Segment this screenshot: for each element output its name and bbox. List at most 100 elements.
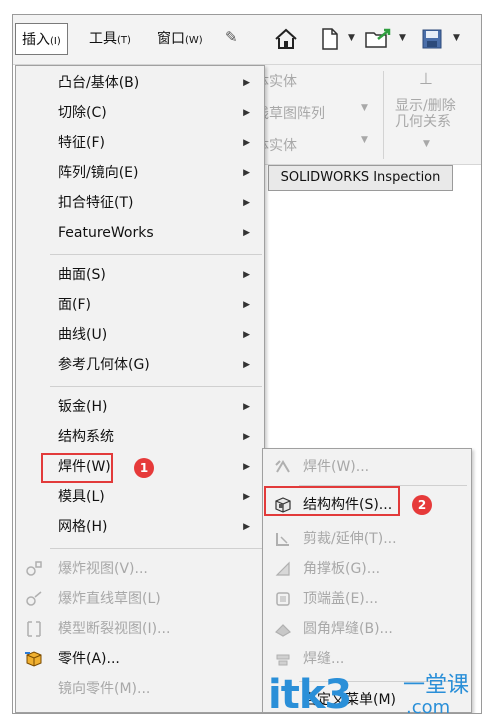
submenu-arrow-icon: ▶: [243, 300, 250, 310]
menu-item-mold[interactable]: 模具(L) ▶: [16, 482, 264, 512]
save-dropdown-icon[interactable]: ▼: [453, 33, 460, 43]
menu-item-reference-geometry[interactable]: 参考几何体(G) ▶: [16, 350, 264, 380]
submenu-item-weld-bead[interactable]: 焊缝...: [263, 644, 471, 674]
command-ribbon: 体实体 线草图阵列 体实体 ▼ ▼ ⊥ 显示/删除 几何关系 ▼: [233, 65, 481, 165]
menu-separator: [50, 386, 262, 387]
menu-insert-key: (I): [50, 36, 61, 47]
submenu-arrow-icon: ▶: [243, 270, 250, 280]
pin-icon[interactable]: ✎: [225, 28, 238, 46]
step-badge-1: 1: [134, 458, 154, 478]
menu-item-model-break-view[interactable]: 模型断裂视图(I)...: [16, 614, 264, 644]
menu-item-features[interactable]: 特征(F) ▶: [16, 128, 264, 158]
menu-item-label: 面(F): [58, 297, 91, 313]
menu-bar: 插入(I) 工具(T) 窗口(W) ✎ ▼ ▼ ▼: [13, 15, 481, 65]
fillet-bead-icon: [275, 624, 291, 637]
tab-solidworks-inspection[interactable]: SOLIDWORKS Inspection: [268, 165, 453, 191]
menu-insert[interactable]: 插入(I): [15, 23, 68, 55]
end-cap-icon: [276, 592, 290, 606]
submenu-arrow-icon: ▶: [243, 168, 250, 178]
menu-item-cut[interactable]: 切除(C) ▶: [16, 98, 264, 128]
ribbon-separator: [383, 71, 384, 159]
submenu-item-end-cap[interactable]: 顶端盖(E)...: [263, 584, 471, 614]
ribbon-text-2: 线草图阵列: [255, 106, 325, 122]
submenu-item-label: 焊缝...: [303, 651, 345, 667]
menu-item-label: 钣金(H): [58, 399, 108, 415]
submenu-arrow-icon: ▶: [243, 360, 250, 370]
step-badge-2: 2: [412, 495, 432, 515]
menu-item-exploded-view[interactable]: 爆炸视图(V)...: [16, 554, 264, 584]
submenu-arrow-icon: ▶: [243, 108, 250, 118]
menu-separator: [50, 254, 262, 255]
home-icon[interactable]: [271, 24, 301, 54]
submenu-arrow-icon: ▶: [243, 138, 250, 148]
submenu-item-label: 圆角焊缝(B)...: [303, 621, 393, 637]
menu-item-label: 阵列/镜向(E): [58, 165, 139, 181]
submenu-arrow-icon: ▶: [243, 402, 250, 412]
menu-item-label: 切除(C): [58, 105, 107, 121]
menu-item-label: 模型断裂视图(I)...: [58, 621, 171, 637]
submenu-arrow-icon: ▶: [243, 330, 250, 340]
menu-item-label: 零件(A)...: [58, 651, 120, 667]
menu-insert-label: 插入: [22, 32, 50, 48]
menu-item-structure-system[interactable]: 结构系统 ▶: [16, 422, 264, 452]
menu-item-label: 爆炸直线草图(L): [58, 591, 161, 607]
submenu-arrow-icon: ▶: [243, 492, 250, 502]
open-dropdown-icon[interactable]: ▼: [399, 33, 406, 43]
menu-item-face[interactable]: 面(F) ▶: [16, 290, 264, 320]
menu-item-explode-line-sketch[interactable]: 爆炸直线草图(L): [16, 584, 264, 614]
exploded-view-icon: [26, 561, 42, 576]
save-icon[interactable]: [417, 24, 447, 54]
menu-item-part[interactable]: 零件(A)...: [16, 644, 264, 674]
menu-item-fastening-features[interactable]: 扣合特征(T) ▶: [16, 188, 264, 218]
insert-menu: 凸台/基体(B) ▶ 切除(C) ▶ 特征(F) ▶ 阵列/镜向(E) ▶ 扣合特征(T…: [15, 65, 265, 713]
menu-item-label: 曲线(U): [58, 327, 108, 343]
open-folder-icon[interactable]: [363, 24, 393, 54]
menu-item-label: 扣合特征(T): [58, 195, 134, 211]
submenu-arrow-icon: ▶: [243, 198, 250, 208]
menu-item-label: 参考几何体(G): [58, 357, 150, 373]
menu-item-label: 凸台/基体(B): [58, 75, 140, 91]
explode-line-sketch-icon: [26, 591, 42, 606]
watermark-cn-text: 一堂课: [403, 673, 470, 698]
menu-item-curve[interactable]: 曲线(U) ▶: [16, 320, 264, 350]
submenu-item-trim-extend[interactable]: 剪裁/延伸(T)...: [263, 524, 471, 554]
new-document-icon[interactable]: [315, 24, 345, 54]
menu-item-pattern-mirror[interactable]: 阵列/镜向(E) ▶: [16, 158, 264, 188]
menu-item-boss-base[interactable]: 凸台/基体(B) ▶: [16, 68, 264, 98]
menu-item-mesh[interactable]: 网格(H) ▶: [16, 512, 264, 542]
ribbon-dropdown-icon: ▼: [361, 103, 368, 113]
submenu-item-label: 焊件(W)...: [303, 459, 370, 475]
menu-tools[interactable]: 工具(T): [83, 23, 137, 55]
submenu-arrow-icon: ▶: [243, 462, 250, 472]
structural-member-highlight-box: [264, 486, 400, 516]
menu-item-label: 爆炸视图(V)...: [58, 561, 148, 577]
submenu-arrow-icon: ▶: [243, 432, 250, 442]
ribbon-dropdown-icon-3: ▼: [423, 139, 430, 149]
menu-item-surface[interactable]: 曲面(S) ▶: [16, 260, 264, 290]
menu-item-label: 模具(L): [58, 489, 105, 505]
weldment-icon: [275, 460, 290, 473]
submenu-item-label: 角撑板(G)...: [303, 561, 381, 577]
submenu-item-fillet-bead[interactable]: 圆角焊缝(B)...: [263, 614, 471, 644]
menu-item-label: 曲面(S): [58, 267, 106, 283]
menu-item-featureworks[interactable]: FeatureWorks ▶: [16, 218, 264, 248]
menu-item-label: 网格(H): [58, 519, 108, 535]
ribbon-dropdown-icon-2: ▼: [361, 135, 368, 145]
menu-tools-label: 工具: [89, 31, 117, 47]
menu-separator: [50, 548, 262, 549]
menu-item-label: 结构系统: [58, 429, 114, 445]
submenu-arrow-icon: ▶: [243, 522, 250, 532]
submenu-item-label: 顶端盖(E)...: [303, 591, 379, 607]
ribbon-text-5: 几何关系: [395, 114, 451, 130]
menu-window[interactable]: 窗口(W): [151, 23, 209, 55]
menu-window-key: (W): [185, 35, 203, 46]
relations-icon: ⊥: [419, 69, 433, 88]
menu-item-mirror-part[interactable]: 镜向零件(M)...: [16, 674, 264, 704]
watermark-logo-text: itk3: [268, 672, 352, 718]
weldments-highlight-box: [41, 453, 113, 483]
submenu-item-gusset[interactable]: 角撑板(G)...: [263, 554, 471, 584]
submenu-item-weldment[interactable]: 焊件(W)...: [263, 452, 471, 482]
menu-window-label: 窗口: [157, 31, 185, 47]
menu-item-sheet-metal[interactable]: 钣金(H) ▶: [16, 392, 264, 422]
new-dropdown-icon[interactable]: ▼: [348, 33, 355, 43]
